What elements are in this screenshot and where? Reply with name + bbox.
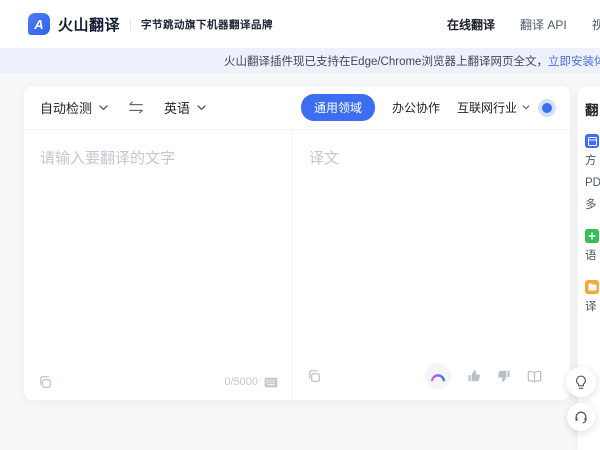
sidebar-title: 翻 [585, 99, 600, 119]
promo-banner: 火山翻译插件现已支持在Edge/Chrome浏览器上翻译网页全文，立即安装体验吧 [0, 48, 600, 73]
plus-green-icon [585, 229, 599, 243]
translator-panes: 0/5000 译文 [24, 130, 570, 400]
thumbs-down-icon[interactable] [497, 369, 511, 383]
logo-text: 火山翻译 [58, 14, 120, 35]
logo-icon: A [28, 13, 50, 35]
keyboard-icon[interactable] [264, 377, 278, 388]
char-counter: 0/5000 [224, 376, 258, 388]
app-header: A 火山翻译 字节跳动旗下机器翻译品牌 在线翻译 翻译 API 视频 [0, 0, 600, 48]
ai-polish-button[interactable] [425, 363, 451, 389]
thumbs-up-icon[interactable] [467, 369, 481, 383]
sidebar-line: PD [585, 174, 600, 192]
browser-blue-icon [585, 134, 599, 148]
brand-tagline: 字节跳动旗下机器翻译品牌 [141, 17, 273, 32]
source-pane: 0/5000 [24, 130, 293, 400]
sidebar-item[interactable]: 方 PD 多 [585, 134, 600, 214]
headset-icon [574, 410, 588, 424]
chevron-down-icon [522, 105, 530, 110]
swap-languages-icon[interactable] [128, 101, 144, 114]
sidebar-line: 语 [585, 247, 600, 265]
tips-lightbulb-button[interactable] [566, 367, 596, 397]
rainbow-arc-icon [430, 370, 446, 382]
domain-tabs: 通用领域 办公协作 互联网行业 [301, 94, 530, 121]
brand-divider [130, 18, 131, 31]
target-lang-select[interactable]: 英语 [164, 98, 206, 117]
tab-internet-industry[interactable]: 互联网行业 [457, 99, 530, 116]
output-actions [425, 363, 542, 389]
banner-text: 火山翻译插件现已支持在Edge/Chrome浏览器上翻译网页全文， [224, 53, 548, 69]
sidebar-item[interactable]: 语 [585, 229, 600, 265]
source-lang-select[interactable]: 自动检测 [40, 98, 108, 117]
onboarding-beacon[interactable] [542, 103, 552, 113]
lightbulb-icon [574, 375, 588, 390]
translator-toolbar: 自动检测 英语 通用领域 办公协作 互联网行业 [24, 86, 570, 130]
copy-icon[interactable] [307, 369, 321, 383]
dictionary-book-icon[interactable] [527, 370, 542, 383]
source-textarea[interactable] [24, 130, 292, 345]
output-pane: 译文 [293, 130, 570, 400]
target-lang-label: 英语 [164, 98, 190, 117]
support-headset-button[interactable] [567, 403, 595, 431]
translator-card: 自动检测 英语 通用领域 办公协作 互联网行业 [24, 86, 570, 400]
output-placeholder: 译文 [293, 130, 570, 185]
folder-orange-icon [585, 280, 599, 294]
nav-item-video-translate[interactable]: 视频 [592, 16, 600, 33]
copy-icon[interactable] [38, 375, 52, 389]
tab-general-domain[interactable]: 通用领域 [301, 94, 375, 121]
source-pane-toolbar: 0/5000 [38, 375, 278, 389]
tab-internet-industry-label: 互联网行业 [457, 99, 517, 116]
top-nav: 在线翻译 翻译 API 视频 [447, 0, 600, 48]
sidebar-line: 方 [585, 152, 600, 170]
chevron-down-icon [197, 105, 206, 111]
banner-install-link[interactable]: 立即安装体验吧 [548, 53, 600, 69]
chevron-down-icon [99, 105, 108, 111]
tab-office-collab[interactable]: 办公协作 [392, 99, 440, 116]
sidebar-line: 译 [585, 298, 600, 316]
sidebar-item[interactable]: 译 [585, 280, 600, 316]
nav-item-online-translate[interactable]: 在线翻译 [447, 16, 495, 33]
sidebar-line: 多 [585, 196, 600, 214]
source-lang-label: 自动检测 [40, 98, 92, 117]
nav-item-translate-api[interactable]: 翻译 API [520, 16, 567, 33]
output-pane-toolbar [307, 363, 542, 389]
